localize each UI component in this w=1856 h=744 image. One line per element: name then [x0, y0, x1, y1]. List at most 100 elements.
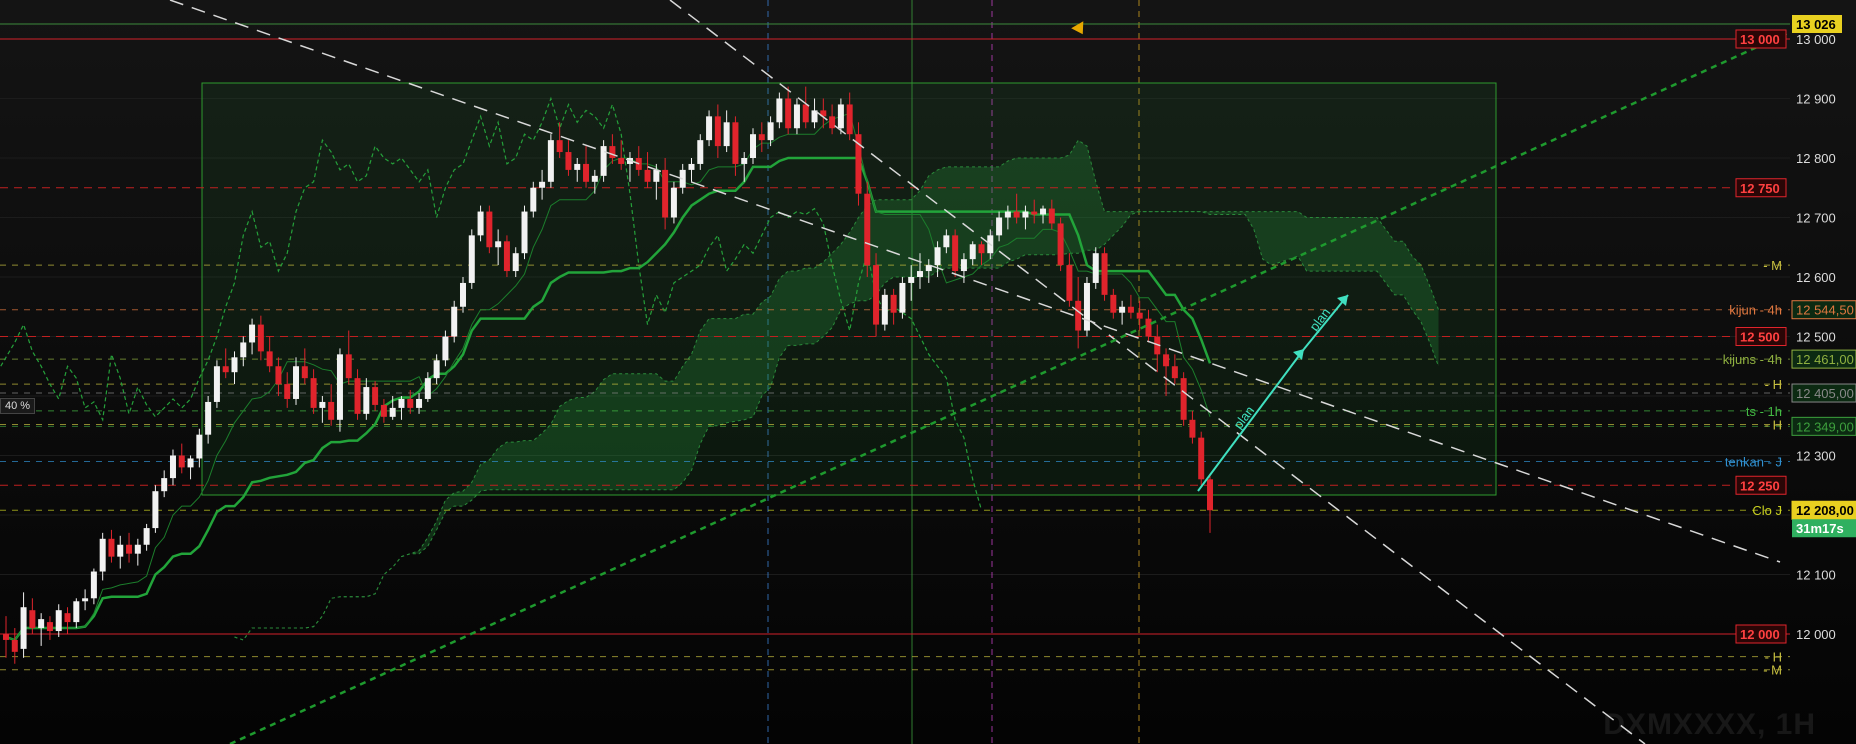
- candle-body: [837, 104, 844, 129]
- candle-body: [776, 98, 783, 123]
- candle-body: [3, 634, 9, 640]
- candle-body: [213, 366, 220, 402]
- candle-body: [143, 528, 150, 545]
- candle-body: [714, 116, 721, 147]
- candle-body: [152, 491, 159, 529]
- candle-body: [547, 140, 554, 182]
- candle-body: [372, 387, 379, 405]
- candle-body: [319, 401, 326, 408]
- candle-body: [829, 116, 836, 129]
- candle-body: [741, 158, 748, 164]
- level-value-tag-label: 12 349,00: [1796, 419, 1854, 434]
- y-tick-label: 12 300: [1796, 449, 1836, 464]
- candle-body: [363, 387, 370, 414]
- candle-body: [407, 398, 414, 408]
- candle-body: [486, 211, 493, 248]
- zoom-percent-label[interactable]: 40 %: [0, 398, 36, 414]
- candle-body: [1083, 282, 1090, 331]
- candle-body: [1022, 211, 1029, 218]
- candle-body: [1198, 437, 1205, 480]
- candle-body: [653, 169, 660, 182]
- level-annotation: kijun - 4h: [1729, 303, 1782, 318]
- candle-body: [73, 601, 80, 623]
- level-value-tag-label: 12 461,00: [1796, 352, 1854, 367]
- candle-body: [1057, 223, 1064, 266]
- candle-body: [864, 193, 871, 266]
- candle-body: [161, 478, 168, 492]
- candle-body: [187, 458, 194, 468]
- candle-body: [389, 407, 396, 417]
- candle-body: [600, 146, 607, 176]
- candle-body: [99, 538, 106, 572]
- candle-body: [723, 122, 730, 147]
- candle-body: [310, 378, 317, 408]
- price-level-tag-label: 12 250: [1740, 478, 1780, 493]
- candle-body: [477, 211, 484, 236]
- candle-body: [266, 351, 273, 367]
- candle-body: [670, 187, 677, 218]
- candle-body: [732, 122, 739, 164]
- candle-body: [750, 134, 757, 158]
- candle-body: [1145, 318, 1152, 337]
- candle-body: [64, 613, 71, 623]
- candle-body: [240, 342, 247, 358]
- candle-body: [301, 366, 308, 379]
- candle-body: [205, 401, 212, 435]
- chart-canvas[interactable]: planplan 13 00012 90012 80012 70012 6001…: [0, 0, 1856, 744]
- candle-body: [644, 169, 651, 182]
- candle-body: [126, 544, 133, 554]
- candle-body: [846, 104, 853, 135]
- candle-body: [55, 610, 62, 632]
- candle-body: [618, 158, 625, 164]
- candle-body: [899, 282, 906, 313]
- candle-body: [424, 378, 431, 399]
- candle-body: [20, 607, 27, 649]
- candle-body: [1110, 294, 1117, 313]
- level-value-tag-label: 12 544,50: [1796, 303, 1854, 318]
- candle-body: [178, 455, 185, 468]
- countdown-tag-label: 31m17s: [1796, 521, 1844, 536]
- price-level-tag-label: 12 000: [1740, 627, 1780, 642]
- candle-body: [416, 398, 423, 408]
- candle-body: [873, 265, 880, 325]
- candle-body: [943, 235, 950, 248]
- candle-body: [978, 244, 985, 254]
- y-tick-label: 12 500: [1796, 330, 1836, 345]
- candle-body: [539, 181, 546, 188]
- current-price-tag-label: 13 026: [1796, 17, 1836, 32]
- price-level-tag-label: 12 750: [1740, 181, 1780, 196]
- symbol-watermark: DXMXXXX, 1H: [1603, 708, 1816, 741]
- candle-body: [662, 169, 669, 218]
- candle-body: [916, 271, 923, 277]
- candle-body: [1066, 265, 1073, 301]
- candle-body: [380, 404, 387, 417]
- candle-body: [960, 259, 967, 272]
- candle-body: [468, 235, 475, 283]
- candle-body: [574, 163, 581, 170]
- level-annotation: - H: [1765, 377, 1782, 392]
- candle-body: [908, 277, 915, 283]
- candle-body: [952, 235, 959, 272]
- candle-body: [785, 98, 792, 129]
- candle-body: [108, 538, 115, 557]
- candle-body: [1013, 211, 1020, 218]
- candle-body: [38, 619, 45, 629]
- level-annotation: - H: [1765, 418, 1782, 433]
- level-value-tag-label: 12 405,00: [1796, 386, 1854, 401]
- candle-body: [890, 294, 897, 313]
- candle-body: [521, 211, 528, 254]
- chart-root: plan plan 13 000 12 900 12 800 12 700 12 600 1…: [0, 0, 1856, 744]
- candle-body: [1207, 479, 1213, 511]
- candle-body: [1127, 306, 1134, 313]
- y-tick-label: 12 000: [1796, 627, 1836, 642]
- level-annotation: - M: [1763, 258, 1782, 273]
- candle-body: [284, 384, 291, 399]
- candle-body: [1163, 354, 1170, 367]
- candle-body: [249, 324, 256, 343]
- y-tick-label: 12 100: [1796, 568, 1836, 583]
- candle-body: [1136, 312, 1143, 319]
- level-value-tag-label: 12 208,00: [1796, 503, 1854, 518]
- candle-body: [1180, 378, 1187, 420]
- candle-body: [293, 366, 300, 399]
- candle-body: [530, 187, 537, 212]
